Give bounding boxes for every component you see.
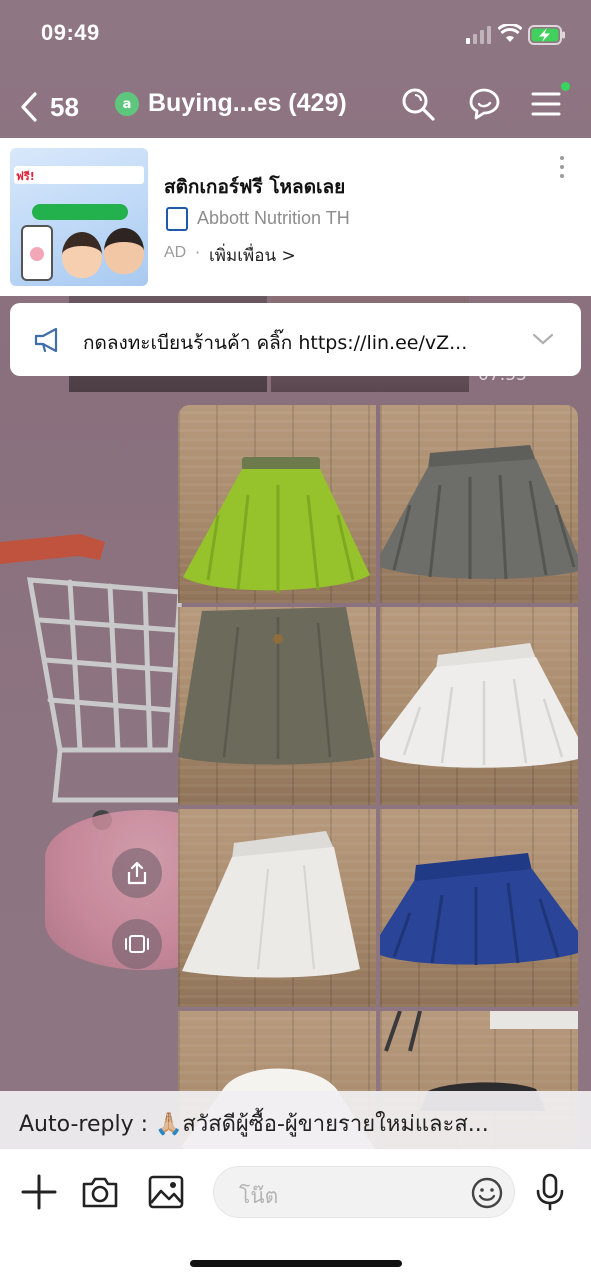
chat-title[interactable]: Buying...es (429) xyxy=(148,89,347,118)
photo-navy-pleated-skirt[interactable] xyxy=(380,809,578,1007)
ad-title[interactable]: สติกเกอร์ฟรี โหลดเลย xyxy=(164,172,345,202)
navy-skirt-image xyxy=(380,853,578,965)
announcement-text[interactable]: กดลงทะเบียนร้านค้า คลิ๊ก https://lin.ee/… xyxy=(83,328,467,358)
notification-dot xyxy=(561,82,570,91)
white-a-line-skirt-image xyxy=(182,831,360,978)
camera-icon[interactable] xyxy=(80,1172,120,1212)
chat-header: 58 a Buying...es (429) xyxy=(0,72,591,138)
battery-charging-icon xyxy=(528,25,565,45)
menu-icon[interactable] xyxy=(529,86,565,122)
announcement-bar[interactable]: กดลงทะเบียนร้านค้า คลิ๊ก https://lin.ee/… xyxy=(10,303,581,376)
chat-bubbles-icon[interactable] xyxy=(466,86,502,122)
abbott-logo-icon xyxy=(166,207,188,231)
shopping-cart-background xyxy=(0,534,183,830)
olive-skirt-image xyxy=(178,607,374,765)
ad-label: AD xyxy=(164,244,187,261)
chevron-left-icon xyxy=(21,92,37,122)
share-button[interactable] xyxy=(112,848,162,898)
green-skirt-image xyxy=(183,457,370,593)
status-bar: 09:49 xyxy=(0,0,591,72)
message-input-placeholder: โน๊ต xyxy=(239,1184,279,1208)
photo-white-a-line-skirt[interactable] xyxy=(178,809,376,1007)
status-time: 09:49 xyxy=(41,20,100,45)
cellular-signal-icon xyxy=(466,26,491,44)
photo-green-skirt[interactable] xyxy=(178,405,376,603)
back-button[interactable]: 58 xyxy=(20,90,90,124)
unread-count: 58 xyxy=(50,91,79,122)
message-input[interactable]: โน๊ต xyxy=(213,1166,515,1218)
wifi-icon xyxy=(498,24,522,42)
ad-thumb-download-pill xyxy=(32,204,128,220)
ad-banner[interactable]: ฟรี! สติกเกอร์ฟรี โหลดเลย Abbott Nutriti… xyxy=(0,138,591,296)
search-icon[interactable] xyxy=(400,86,436,122)
grey-skirt-image xyxy=(380,445,578,580)
image-gallery-icon[interactable] xyxy=(146,1172,186,1212)
photo-olive-skirt[interactable] xyxy=(178,607,376,805)
plus-icon[interactable] xyxy=(19,1172,59,1212)
auto-reply-text[interactable]: Auto-reply : 🙏🏼สวัสดีผู้ซื้อ-ผู้ขายรายให… xyxy=(19,1106,489,1141)
ad-brand-name[interactable]: Abbott Nutrition TH xyxy=(197,208,350,229)
album-view-button[interactable] xyxy=(112,919,162,969)
megaphone-icon xyxy=(34,327,58,353)
photo-white-pleated-skirt[interactable] xyxy=(380,607,578,805)
add-friend-link[interactable]: เพิ่มเพื่อน > xyxy=(209,242,296,269)
photo-grey-pleated-skirt[interactable] xyxy=(380,405,578,603)
white-pleated-skirt-image xyxy=(380,643,578,768)
more-vertical-icon[interactable] xyxy=(553,154,571,180)
ad-separator: · xyxy=(195,243,201,262)
emoji-icon[interactable] xyxy=(470,1176,504,1210)
ad-thumbnail[interactable]: ฟรี! xyxy=(10,148,148,286)
photo-grid xyxy=(178,405,578,1150)
share-icon xyxy=(127,861,147,885)
home-indicator xyxy=(190,1260,402,1267)
album-carousel-icon xyxy=(125,935,149,953)
message-input-bar: โน๊ต xyxy=(0,1149,591,1280)
chevron-down-icon[interactable] xyxy=(532,331,554,347)
microphone-icon[interactable] xyxy=(530,1172,570,1212)
cartoon-father-face xyxy=(62,232,102,278)
cartoon-son-face xyxy=(104,228,144,274)
auto-reply-banner[interactable]: Auto-reply : 🙏🏼สวัสดีผู้ซื้อ-ผู้ขายรายให… xyxy=(0,1091,591,1149)
ad-thumb-free-text: ฟรี! xyxy=(16,170,35,183)
group-badge-icon: a xyxy=(115,92,139,116)
phone-illustration-icon xyxy=(21,225,53,281)
